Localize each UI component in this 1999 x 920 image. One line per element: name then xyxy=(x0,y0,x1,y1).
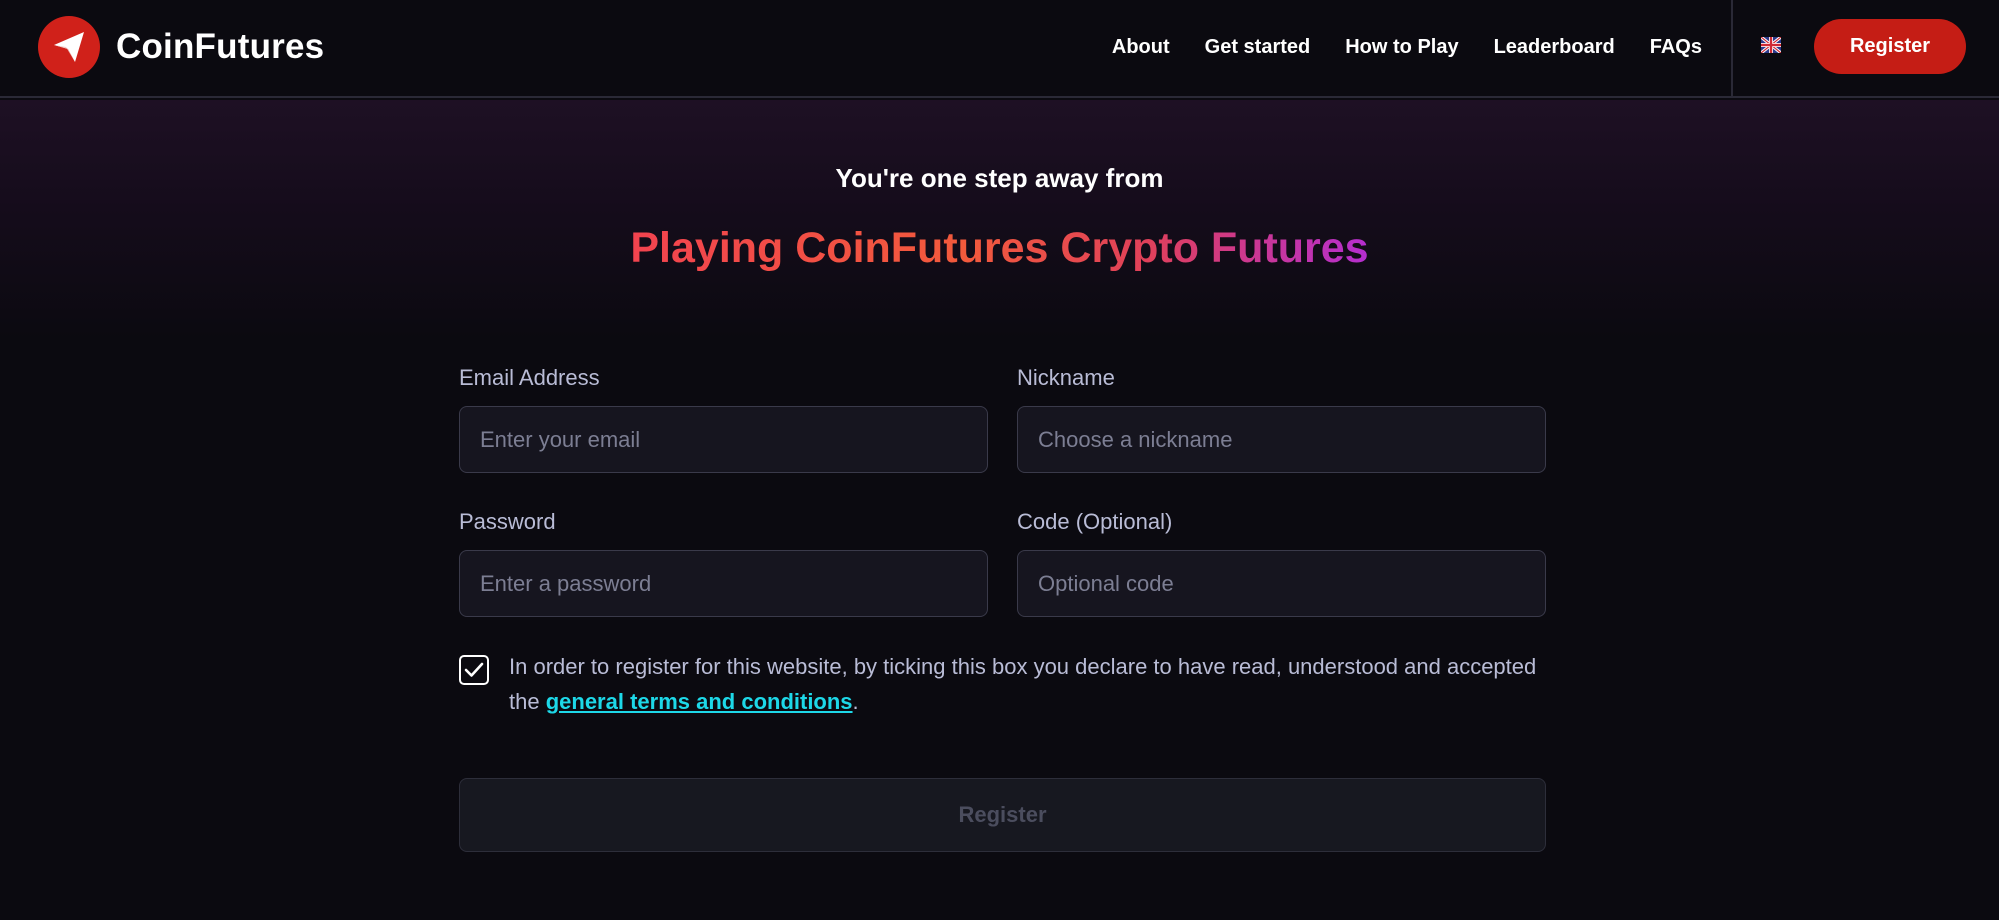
nav-link-how-to-play[interactable]: How to Play xyxy=(1345,36,1458,59)
terms-text: In order to register for this website, b… xyxy=(509,649,1549,719)
uk-flag-icon[interactable] xyxy=(1760,35,1782,55)
main-nav: About Get started How to Play Leaderboar… xyxy=(1112,30,1702,64)
hero-headline-text: Playing CoinFutures Crypto Futures xyxy=(630,224,1369,272)
nav-divider xyxy=(1731,0,1733,98)
password-field[interactable] xyxy=(459,550,988,617)
brand-name: CoinFutures xyxy=(116,27,325,66)
code-label: Code (Optional) xyxy=(1017,509,1173,534)
top-navbar: CoinFutures About Get started How to Pla… xyxy=(0,0,1999,98)
code-field[interactable] xyxy=(1017,550,1546,617)
nav-link-faqs[interactable]: FAQs xyxy=(1650,36,1702,59)
terms-link[interactable]: general terms and conditions xyxy=(546,689,853,714)
hero-subtitle: You're one step away from xyxy=(835,163,1164,193)
nav-link-get-started[interactable]: Get started xyxy=(1205,36,1311,59)
nickname-field[interactable] xyxy=(1017,406,1546,473)
terms-text-after: . xyxy=(852,689,859,714)
coinfutures-logo-icon xyxy=(38,16,100,78)
checkmark-icon xyxy=(464,662,484,677)
nav-link-leaderboard[interactable]: Leaderboard xyxy=(1494,36,1615,59)
register-submit-button[interactable]: Register xyxy=(459,778,1546,852)
email-field[interactable] xyxy=(459,406,988,473)
terms-checkbox[interactable] xyxy=(459,655,489,685)
nav-link-about[interactable]: About xyxy=(1112,36,1170,59)
hero-headline: Playing CoinFutures Crypto Futures xyxy=(0,220,1999,276)
nav-register-button[interactable]: Register xyxy=(1814,19,1966,74)
password-label: Password xyxy=(459,509,556,534)
nickname-label: Nickname xyxy=(1017,365,1115,390)
brand-logo-link[interactable]: CoinFutures xyxy=(38,16,324,78)
email-label: Email Address xyxy=(459,365,600,390)
